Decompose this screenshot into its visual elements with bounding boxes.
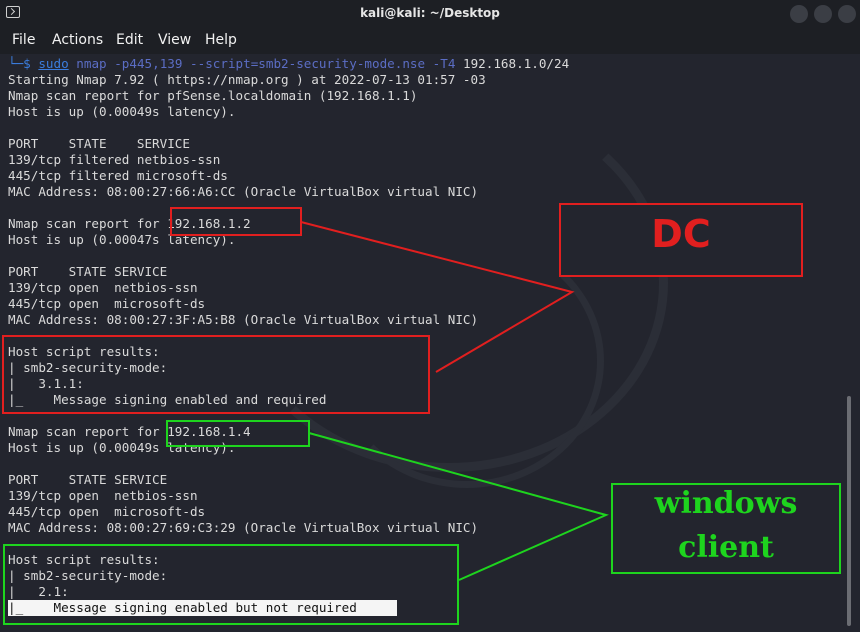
output-line: | smb2-security-mode: xyxy=(8,360,168,375)
command-line: └─$ sudo nmap -p445,139 --script=smb2-se… xyxy=(8,56,569,72)
output-line: 445/tcp filtered microsoft-ds xyxy=(8,168,228,183)
scrollbar[interactable] xyxy=(847,396,851,626)
menu-actions[interactable]: Actions xyxy=(52,32,103,48)
menu-file[interactable]: File xyxy=(12,32,35,48)
output-line: Host script results: xyxy=(8,344,160,359)
output-line: PORT STATE SERVICE xyxy=(8,472,168,487)
output-line: MAC Address: 08:00:27:3F:A5:B8 (Oracle V… xyxy=(8,312,479,327)
menu-edit[interactable]: Edit xyxy=(116,32,143,48)
command-target: 192.168.1.0/24 xyxy=(463,56,570,71)
output-line: 139/tcp open netbios-ssn xyxy=(8,280,198,295)
output-line: 445/tcp open microsoft-ds xyxy=(8,504,206,519)
command-nmap: nmap xyxy=(76,56,107,71)
minimize-button[interactable] xyxy=(790,5,808,23)
output-line: Host script results: xyxy=(8,552,160,567)
output-line: Host is up (0.00049s latency). xyxy=(8,440,236,455)
window-title: kali@kali: ~/Desktop xyxy=(360,6,500,20)
command-sudo: sudo xyxy=(38,56,69,71)
prompt-glyph: └─$ xyxy=(8,56,31,71)
menu-view[interactable]: View xyxy=(158,32,191,48)
close-button[interactable] xyxy=(838,5,856,23)
client-label: client xyxy=(678,530,774,565)
menu-help[interactable]: Help xyxy=(205,32,237,48)
output-line: Host is up (0.00049s latency). xyxy=(8,104,236,119)
command-args: -p445,139 --script=smb2-security-mode.ns… xyxy=(114,56,456,71)
output-line: Nmap scan report for 192.168.1.2 xyxy=(8,216,251,231)
output-line: |_ Message signing enabled and required xyxy=(8,392,327,407)
output-line: PORT STATE SERVICE xyxy=(8,264,168,279)
kali-dragon-watermark-inner xyxy=(330,234,604,488)
maximize-button[interactable] xyxy=(814,5,832,23)
output-line: 139/tcp open netbios-ssn xyxy=(8,488,198,503)
menu-bar: File Actions Edit View Help xyxy=(0,28,860,54)
output-line: 445/tcp open microsoft-ds xyxy=(8,296,206,311)
output-line: MAC Address: 08:00:27:66:A6:CC (Oracle V… xyxy=(8,184,479,199)
output-line: Nmap scan report for pfSense.localdomain… xyxy=(8,88,418,103)
windows-label: windows xyxy=(654,486,798,521)
output-line: Host is up (0.00047s latency). xyxy=(8,232,236,247)
output-line: 139/tcp filtered netbios-ssn xyxy=(8,152,221,167)
output-line: Nmap scan report for 192.168.1.4 xyxy=(8,424,251,439)
output-line: PORT STATE SERVICE xyxy=(8,136,190,151)
output-line-highlighted: |_ Message signing enabled but not requi… xyxy=(8,600,397,616)
output-line: MAC Address: 08:00:27:69:C3:29 (Oracle V… xyxy=(8,520,479,535)
title-bar: kali@kali: ~/Desktop xyxy=(0,0,860,28)
output-line: | 2.1: xyxy=(8,584,69,599)
output-line: | smb2-security-mode: xyxy=(8,568,168,583)
output-line: | 3.1.1: xyxy=(8,376,84,391)
dc-label: DC xyxy=(651,212,711,256)
output-line: Starting Nmap 7.92 ( https://nmap.org ) … xyxy=(8,72,486,87)
